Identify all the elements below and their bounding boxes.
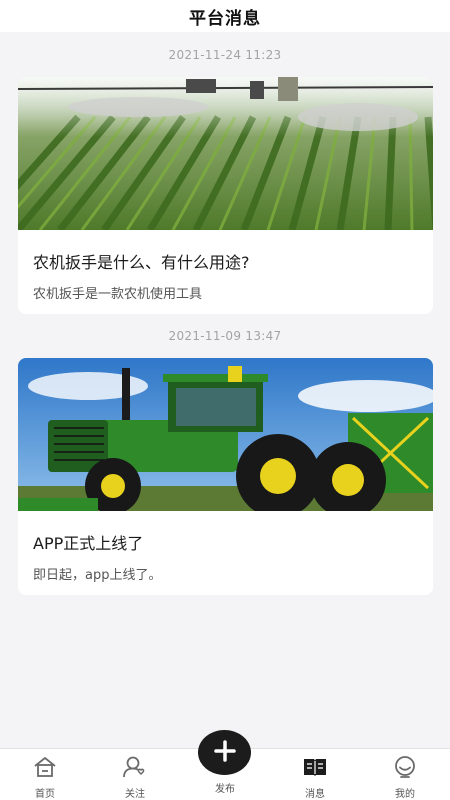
- message-subtitle: 农机扳手是一款农机使用工具: [33, 287, 203, 302]
- tab-profile[interactable]: 我的: [360, 749, 450, 800]
- message-title: APP正式上线了: [33, 534, 144, 553]
- publish-label[interactable]: 发布: [180, 780, 270, 795]
- tab-label: 我的: [395, 789, 415, 800]
- top-bar: 平台消息: [0, 0, 450, 32]
- tab-messages[interactable]: 消息: [270, 749, 360, 800]
- tab-label: 关注: [125, 789, 145, 800]
- page-title: 平台消息: [189, 8, 261, 29]
- tab-label: 消息: [305, 789, 325, 800]
- crop-field-photo: [18, 77, 433, 230]
- message-card[interactable]: 农机扳手是什么、有什么用途? 农机扳手是一款农机使用工具: [18, 77, 433, 314]
- publish-button[interactable]: [198, 730, 251, 775]
- message-timestamp: 2021-11-24 11:23: [168, 48, 282, 62]
- tractor-photo: [18, 358, 433, 511]
- tab-label: 首页: [35, 789, 55, 800]
- follow-user-icon: [122, 755, 148, 779]
- profile-icon: [392, 755, 418, 779]
- tab-home[interactable]: 首页: [0, 749, 90, 800]
- tab-follow[interactable]: 关注: [90, 749, 180, 800]
- home-icon: [32, 755, 58, 779]
- message-title: 农机扳手是什么、有什么用途?: [33, 253, 250, 272]
- message-card[interactable]: APP正式上线了 即日起，app上线了。: [18, 358, 433, 595]
- app-screen: 平台消息 2021-11-24 11:23 农机扳手是什么、有什么用途? 农机扳…: [0, 0, 450, 800]
- message-feed[interactable]: 2021-11-24 11:23 农机扳手是什么、有什么用途? 农机扳手是一款农…: [0, 32, 450, 748]
- plus-icon: [213, 739, 237, 767]
- message-subtitle: 即日起，app上线了。: [33, 568, 162, 583]
- book-message-icon: [302, 755, 328, 779]
- message-timestamp: 2021-11-09 13:47: [168, 329, 282, 343]
